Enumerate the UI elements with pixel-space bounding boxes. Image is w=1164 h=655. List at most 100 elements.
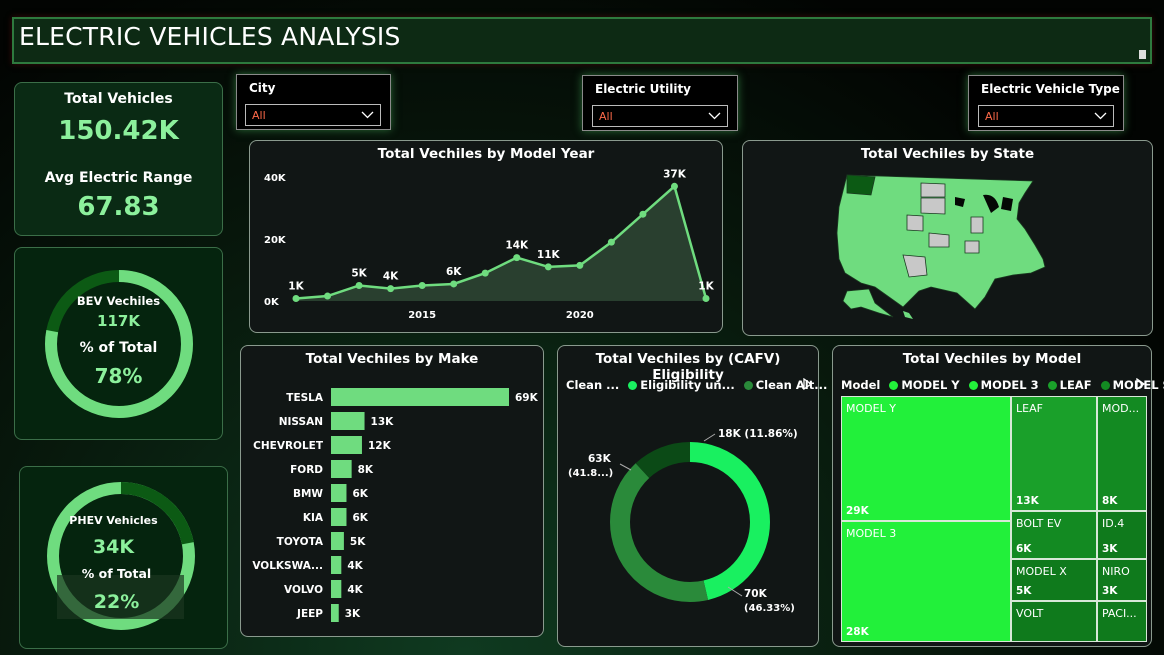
data-point [292,295,300,303]
bar [331,484,347,502]
tile-label: NIRO [1102,565,1130,578]
kpi-card: Total Vehicles 150.42K Avg Electric Rang… [14,82,223,236]
ev-type-dropdown-value: All [985,110,999,123]
utility-dropdown[interactable]: All [592,105,728,127]
south-dakota-state [920,197,946,215]
ev-type-dropdown[interactable]: All [978,105,1114,127]
tile-value: 28K [846,626,869,638]
utility-slicer-label: Electric Utility [595,82,691,96]
tile-value: 13K [1016,495,1039,507]
category-label: BMW [293,488,323,500]
model-legend-item-3[interactable]: LEAF [1060,378,1092,392]
category-label: JEEP [296,608,323,620]
city-slicer: City All [236,74,391,130]
treemap-tile[interactable]: PACI... [1097,601,1147,642]
tile-label: MODEL X [1016,565,1067,578]
colorado-region-state [906,214,924,232]
chevron-down-icon [361,111,374,119]
tile-value: 3K [1102,543,1118,555]
bev-value: 117K [97,312,140,330]
data-point [702,295,710,303]
data-point [607,238,615,246]
treemap-tile[interactable]: MODEL Y 29K [841,396,1011,521]
legend-dot-icon [1100,381,1110,390]
bar [331,556,342,574]
us-map [836,174,1046,319]
x-tick-label: 2015 [408,310,436,321]
bar [331,532,344,550]
make-chart: Total Vechiles by Make TESLA 69K NISSAN 13K… [240,345,544,637]
data-label: 11K [537,249,561,261]
bar-value-label: 6K [352,488,368,500]
data-point [670,182,678,190]
treemap-tile[interactable]: VOLT [1011,601,1097,642]
slice-label: 70K [744,588,768,600]
tile-label: MODEL Y [846,402,896,415]
resize-handle[interactable] [1139,50,1146,59]
treemap-tile[interactable]: LEAF 13K [1011,396,1097,511]
title-bar: ELECTRIC VEHICLES ANALYSIS [12,17,1152,64]
avg-range-value: 67.83 [77,192,160,222]
phev-pct: 22% [93,591,140,613]
model-legend: Model MODEL Y MODEL 3 LEAF MODEL S [841,378,1164,392]
leader-line [619,463,632,471]
legend-next-icon[interactable] [1136,378,1145,390]
model-title: Total Vechiles by Model [902,351,1082,367]
data-label: 1K [698,281,714,293]
data-point [576,261,584,269]
treemap-tile[interactable]: MODEL 3 28K [841,521,1011,642]
data-label: 1K [288,281,304,293]
bar [331,460,352,478]
category-label: VOLVO [284,584,323,596]
tile-value: 5K [1016,585,1032,597]
data-point [481,269,489,277]
bar [331,604,339,622]
phev-label: PHEV Vehicles [69,514,158,527]
great-lakes-east [1001,197,1013,211]
bev-card: BEV Vechiles 117K % of Total 78% [14,247,223,440]
model-legend-title: Model [841,378,881,392]
washington-state [846,174,876,196]
bar-value-label: 13K [371,416,395,428]
data-label: 37K [663,168,687,180]
bev-pct-label: % of Total [79,340,158,356]
bar-value-label: 5K [350,536,366,548]
tile-label: MODEL 3 [846,527,897,540]
treemap-tile[interactable]: MODEL X 5K [1011,559,1097,601]
bar-value-label: 4K [347,584,363,596]
bev-pct: 78% [94,364,143,388]
data-label: 5K [351,268,367,280]
bar [331,412,365,430]
city-dropdown-value: All [252,109,266,122]
page-title: ELECTRIC VEHICLES ANALYSIS [19,22,401,51]
legend-dot-icon [968,381,978,390]
treemap-tile[interactable]: NIRO 3K [1097,559,1147,601]
data-point [355,282,363,289]
avg-range-label: Avg Electric Range [44,170,193,186]
city-dropdown[interactable]: All [245,104,381,126]
bar-value-label: 4K [347,560,363,572]
data-point [544,263,552,271]
tile-value: 29K [846,505,869,517]
model-year-plot: 1K 5K 4K 6K 14K 11K 37K 1K 0K 20K 40K 2015 2020 [264,168,715,321]
data-point [513,254,521,262]
y-tick-label: 40K [264,173,287,184]
bar [331,388,509,406]
treemap-tile[interactable]: BOLT EV 6K [1011,511,1097,559]
data-point [324,292,332,300]
model-treemap: MODEL Y 29K MODEL 3 28K LEAF 13K MOD... 8K BOLT … [841,396,1147,642]
model-legend-item-1[interactable]: MODEL Y [901,378,959,392]
category-label: TESLA [286,392,324,404]
cafv-plot: 70K (46.33%) 63K (41.8...) 18K (11.86%) [568,428,798,614]
treemap-tile[interactable]: ID.4 3K [1097,511,1147,559]
utility-slicer: Electric Utility All [582,75,738,131]
tile-label: VOLT [1016,607,1044,620]
treemap-tile[interactable]: MOD... 8K [1097,396,1147,511]
tile-label: LEAF [1016,402,1043,415]
slice-percent-label: (41.8...) [568,468,613,479]
y-tick-label: 20K [264,235,287,246]
category-label: CHEVROLET [253,440,324,452]
ev-type-slicer: Electric Vehicle Type All [968,75,1124,131]
cafv-chart: Total Vechiles by (CAFV) Eligibility Cle… [557,345,827,647]
model-legend-item-2[interactable]: MODEL 3 [981,378,1039,392]
